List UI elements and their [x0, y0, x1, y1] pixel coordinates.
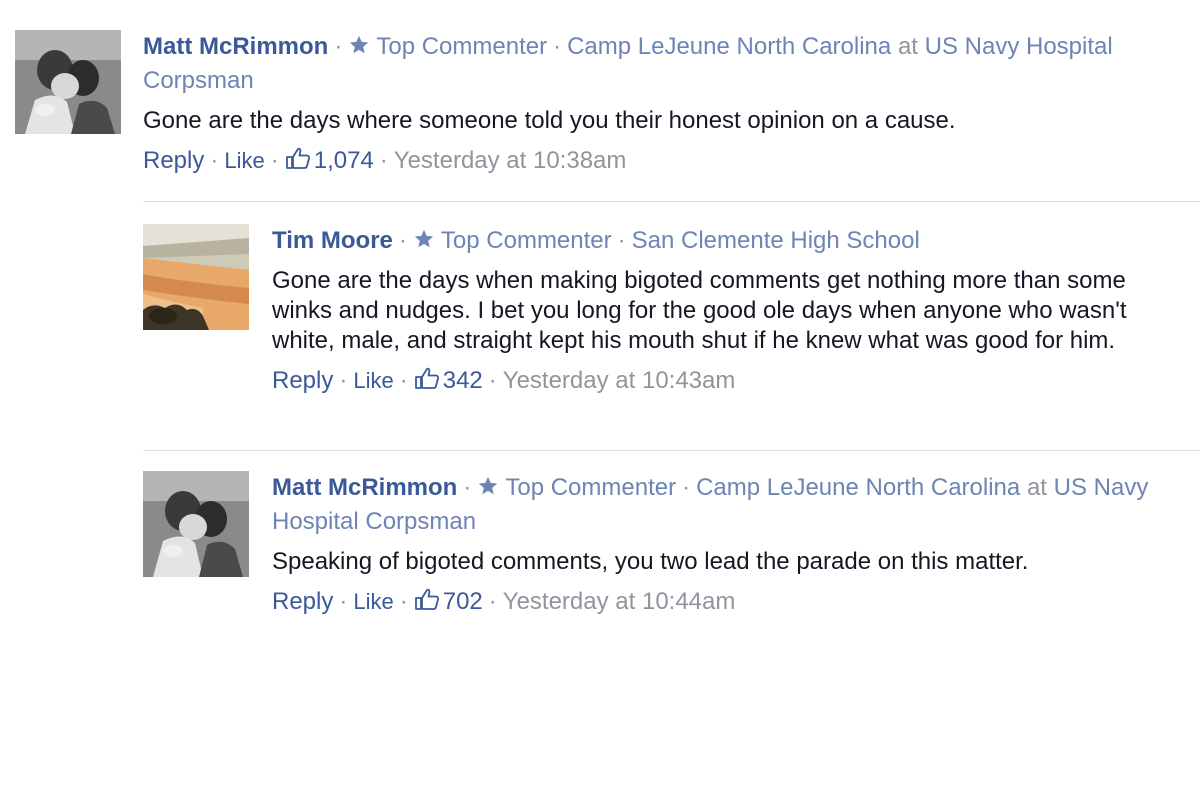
separator: · [379, 147, 388, 174]
avatar[interactable] [143, 471, 249, 577]
reply-link[interactable]: Reply [272, 367, 333, 394]
author-name-link[interactable]: Matt McRimmon [143, 33, 328, 60]
couple-photo-icon [143, 471, 249, 577]
at-word: at [897, 33, 918, 60]
like-count[interactable]: 342 [443, 367, 483, 394]
reply-link[interactable]: Reply [143, 147, 204, 174]
like-link[interactable]: Like [353, 589, 393, 614]
top-commenter-badge[interactable]: Top Commenter [441, 227, 612, 254]
separator: · [339, 367, 348, 394]
affiliation-link[interactable]: Camp LeJeune North Carolina [567, 33, 891, 60]
separator: · [398, 227, 407, 254]
star-icon [350, 35, 369, 54]
separator: · [399, 588, 408, 615]
comment-header: Matt McRimmon · Top Commenter · Camp LeJeune… [272, 471, 1188, 539]
comment-item: Matt McRimmon · Top Commenter · Camp LeJeune… [0, 0, 1200, 200]
separator: · [682, 474, 691, 501]
separator: · [399, 367, 408, 394]
separator: · [270, 147, 279, 174]
separator: · [488, 588, 497, 615]
author-name-link[interactable]: Matt McRimmon [272, 474, 457, 501]
avatar[interactable] [15, 30, 121, 134]
comment-actions: Reply · Like · 342 · Yesterday at 10:43am [272, 364, 1188, 398]
timestamp-link[interactable]: Yesterday at 10:43am [503, 367, 736, 394]
star-icon [414, 229, 434, 248]
author-name-link[interactable]: Tim Moore [272, 227, 393, 254]
timestamp-link[interactable]: Yesterday at 10:44am [503, 588, 736, 615]
separator: · [488, 367, 497, 394]
thumbs-up-icon[interactable] [414, 587, 440, 611]
separator: · [210, 147, 219, 174]
comment-actions: Reply · Like · 702 · Yesterday at 10:44am [272, 585, 1188, 619]
comment-header: Matt McRimmon · Top Commenter · Camp LeJeune… [143, 30, 1188, 98]
thumbs-up-icon[interactable] [414, 366, 440, 390]
like-link[interactable]: Like [353, 368, 393, 393]
comment-text: Gone are the days when making bigoted co… [272, 267, 1127, 354]
timestamp-link[interactable]: Yesterday at 10:38am [394, 147, 627, 174]
thumbs-up-icon[interactable] [285, 146, 311, 170]
reply-link[interactable]: Reply [272, 588, 333, 615]
affiliation-link[interactable]: San Clemente High School [632, 227, 920, 254]
reply-item: Matt McRimmon · Top Commenter · Camp LeJeune… [0, 451, 1200, 651]
top-commenter-badge[interactable]: Top Commenter [376, 33, 547, 60]
couple-photo-icon [15, 30, 121, 134]
separator: · [553, 33, 562, 60]
at-word: at [1026, 474, 1047, 501]
star-icon [479, 476, 498, 495]
avatar[interactable] [143, 224, 249, 330]
like-link[interactable]: Like [224, 148, 264, 173]
reply-item: Tim Moore · Top Commenter · San Clemente Hig… [0, 202, 1200, 450]
comment-actions: Reply · Like · 1,074 · Yesterday at 10:38am [143, 144, 1188, 178]
separator: · [339, 588, 348, 615]
comment-header: Tim Moore · Top Commenter · San Clemente Hig… [272, 224, 1188, 258]
comment-thread: Matt McRimmon · Top Commenter · Camp LeJeune… [0, 0, 1200, 800]
affiliation-link[interactable]: Camp LeJeune North Carolina [696, 474, 1020, 501]
separator: · [617, 227, 626, 254]
separator: · [463, 474, 472, 501]
comment-text: Speaking of bigoted comments, you two le… [272, 548, 1029, 575]
comment-text: Gone are the days where someone told you… [143, 107, 956, 134]
top-commenter-badge[interactable]: Top Commenter [505, 474, 676, 501]
like-count[interactable]: 1,074 [314, 147, 374, 174]
separator: · [334, 33, 343, 60]
like-count[interactable]: 702 [443, 588, 483, 615]
beach-photo-icon [143, 224, 249, 330]
